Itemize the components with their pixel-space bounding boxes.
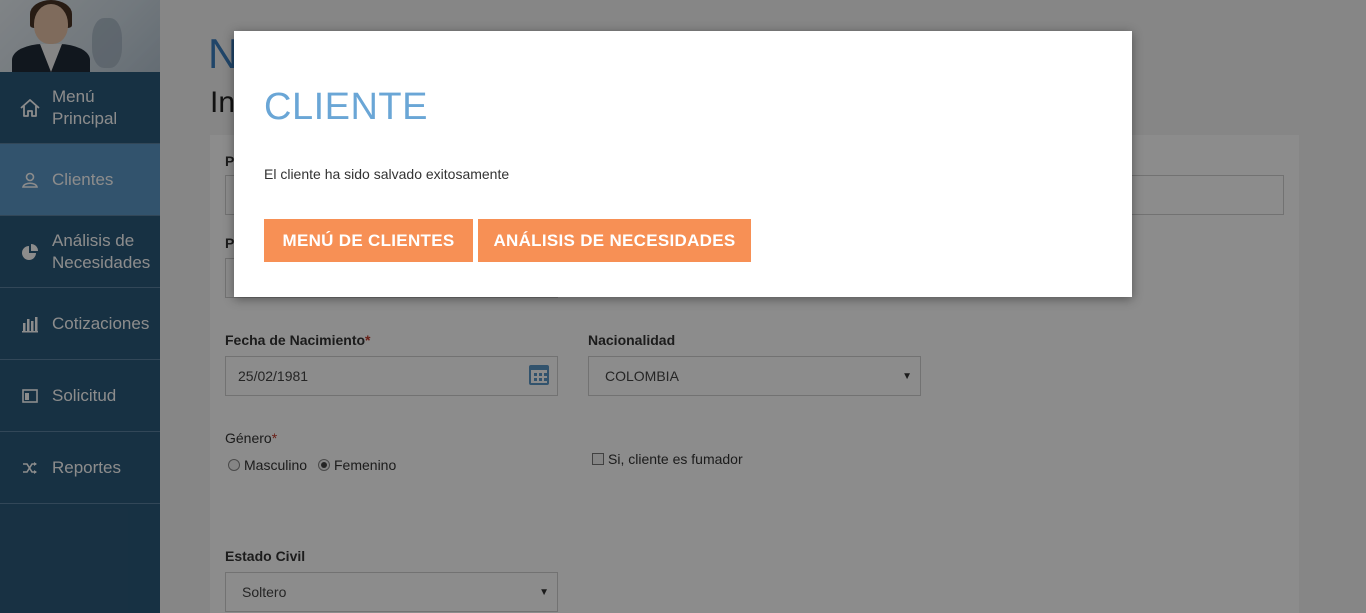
confirmation-modal: CLIENTE El cliente ha sido salvado exito… bbox=[234, 31, 1132, 297]
clients-menu-button[interactable]: MENÚ DE CLIENTES bbox=[264, 219, 473, 262]
needs-analysis-button[interactable]: ANÁLISIS DE NECESIDADES bbox=[478, 219, 751, 262]
modal-title: CLIENTE bbox=[264, 86, 428, 128]
modal-message: El cliente ha sido salvado exitosamente bbox=[264, 166, 510, 182]
